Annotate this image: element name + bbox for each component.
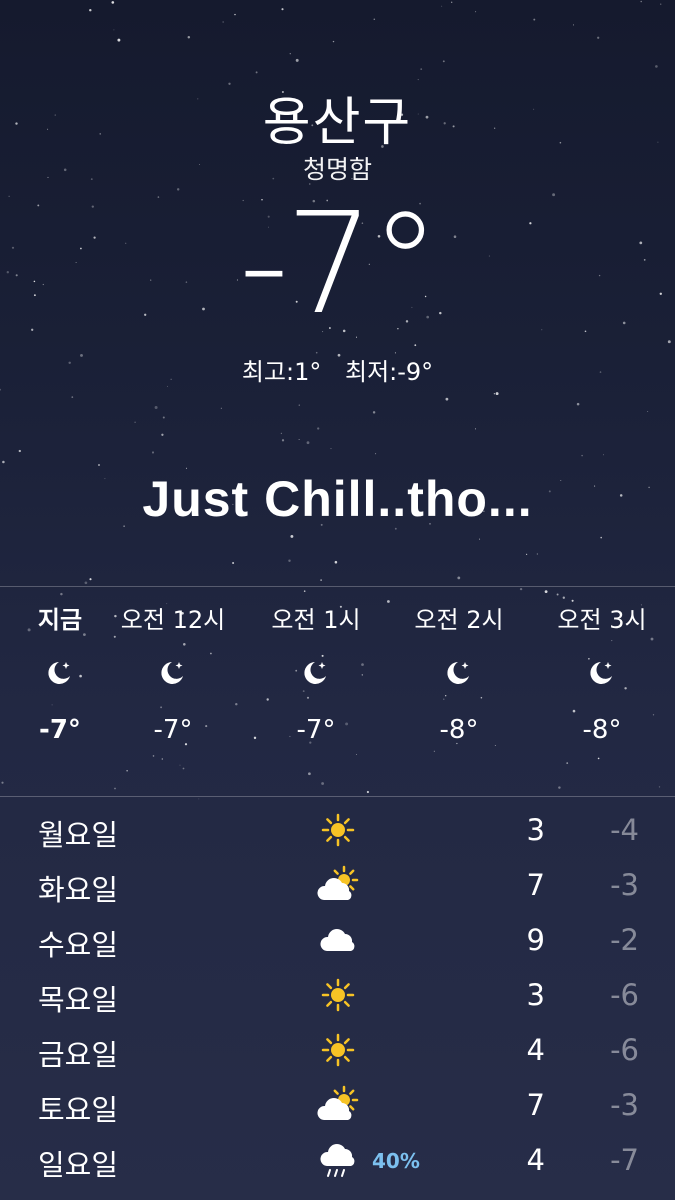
day-name: 월요일	[38, 818, 119, 852]
day-name: 토요일	[38, 1093, 119, 1127]
day-name: 금요일	[38, 1038, 119, 1072]
cloud-icon	[320, 929, 355, 951]
day-high: 3	[526, 813, 545, 847]
rain-icon	[320, 1144, 355, 1177]
hour-label: 오전 3시	[557, 606, 647, 634]
hourly-item: 오전 3시 -8°	[542, 600, 662, 750]
partly-cloudy-icon	[317, 865, 359, 900]
moon-stars-icon	[301, 658, 331, 692]
day-name: 목요일	[38, 983, 119, 1017]
hourly-item: 오전 12시 -7°	[113, 600, 233, 750]
moon-stars-icon	[158, 658, 188, 692]
hour-temp: -8°	[439, 715, 479, 745]
day-name: 화요일	[38, 873, 119, 907]
hourly-item: 오전 2시 -8°	[399, 600, 519, 750]
day-high: 4	[526, 1143, 545, 1177]
daily-row: 일요일 40% 4 -7	[0, 1134, 675, 1189]
daily-row: 화요일 7 -3	[0, 859, 675, 914]
day-high: 4	[526, 1033, 545, 1067]
sun-icon	[321, 978, 355, 1012]
current-temperature: -7°	[238, 183, 441, 346]
day-high: 9	[526, 923, 545, 957]
day-high: 7	[526, 868, 545, 902]
day-high: 3	[526, 978, 545, 1012]
sun-icon	[321, 813, 355, 847]
divider-top	[0, 586, 675, 587]
day-low: -2	[610, 923, 639, 957]
divider-bottom	[0, 796, 675, 797]
day-name: 수요일	[38, 928, 119, 962]
day-high: 7	[526, 1088, 545, 1122]
hour-label: 오전 2시	[414, 606, 504, 634]
day-low: -3	[610, 868, 639, 902]
daily-row: 목요일 3 -6	[0, 969, 675, 1024]
day-name: 일요일	[38, 1148, 119, 1182]
daily-row: 수요일 9 -2	[0, 914, 675, 969]
hour-temp: -7°	[153, 715, 193, 745]
partly-cloudy-icon	[317, 1085, 359, 1120]
day-low: -6	[610, 1033, 639, 1067]
hourly-forecast[interactable]: 지금 -7° 오전 12시 -7° 오전 1시 -7° 오전 2시 -8° 오전…	[0, 600, 675, 780]
daily-row: 금요일 4 -6	[0, 1024, 675, 1079]
moon-stars-icon	[45, 658, 75, 692]
daily-row: 월요일 3 -4	[0, 804, 675, 859]
weather-condition: 청명함	[302, 155, 372, 184]
precip-chance: 40%	[372, 1149, 420, 1173]
day-low: -6	[610, 978, 639, 1012]
moon-stars-icon	[587, 658, 617, 692]
hour-label: 오전 12시	[120, 606, 226, 634]
sun-icon	[321, 1033, 355, 1067]
moon-stars-icon	[444, 658, 474, 692]
hourly-item: 오전 1시 -7°	[256, 600, 376, 750]
low-temperature: 최저:-9°	[344, 358, 434, 386]
story-caption: Just Chill..tho...	[142, 471, 533, 527]
day-low: -3	[610, 1088, 639, 1122]
hour-temp: -7°	[39, 715, 81, 745]
hour-temp: -7°	[296, 715, 336, 745]
city-name: 용산구	[262, 93, 413, 153]
hourly-item: 지금 -7°	[0, 600, 120, 750]
daily-row: 토요일 7 -3	[0, 1079, 675, 1134]
day-low: -4	[610, 813, 639, 847]
hour-label: 지금	[37, 606, 83, 634]
hour-label: 오전 1시	[271, 606, 361, 634]
hour-temp: -8°	[582, 715, 622, 745]
day-low: -7	[610, 1143, 639, 1177]
high-temperature: 최고:1°	[241, 358, 322, 386]
high-low-temperatures: 최고:1° 최저:-9°	[0, 352, 675, 387]
